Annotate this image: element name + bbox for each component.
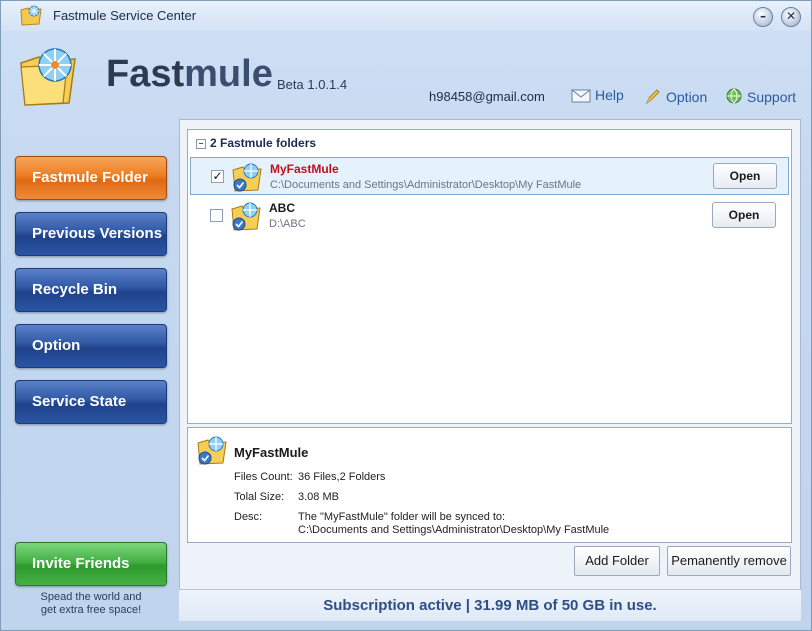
close-button[interactable]: ✕ [781,7,801,27]
folder-list-header: −2 Fastmule folders [196,136,316,150]
option-link[interactable]: Option [644,87,707,105]
help-label: Help [595,87,624,103]
support-label: Support [747,89,797,105]
folder-checkbox[interactable]: ✓ [211,170,224,183]
pencil-icon [645,89,660,105]
folder-count-label: 2 Fastmule folders [210,136,317,150]
help-link[interactable]: Help [571,87,624,103]
option-label: Option [666,89,708,105]
folder-list: −2 Fastmule folders ✓ MyFastMule C:\Docu… [187,129,792,424]
invite-note-line2: get extra free space! [40,604,142,616]
brand-part-mule: mule [184,53,273,95]
details-folder-name: MyFastMule [234,445,309,460]
app-window: Fastmule Service Center – ✕ Fastmule Bet… [0,0,812,631]
desc-label: Desc: [234,511,263,523]
folder-path: C:\Documents and Settings\Administrator\… [270,179,582,191]
folder-name: ABC [269,201,295,215]
nav-previous-versions[interactable]: Previous Versions [15,212,167,256]
synced-folder-icon [197,436,227,465]
support-globe-icon [726,88,742,104]
app-folder-icon [20,5,42,26]
synced-folder-icon [231,202,261,231]
folder-name: MyFastMule [270,162,339,176]
invite-note-line1: Spead the world and [40,591,142,603]
subscription-status: Subscription active | 31.99 MB of 50 GB … [179,589,801,621]
permanently-remove-button[interactable]: Pemanently remove [667,546,791,576]
desc-line1: The "MyFastMule" folder will be synced t… [298,511,506,523]
nav-option[interactable]: Option [15,324,167,368]
title-bar: Fastmule Service Center – ✕ [1,1,811,31]
folder-row-myfastmule[interactable]: ✓ MyFastMule C:\Documents and Settings\A… [190,157,789,195]
minimize-button[interactable]: – [753,7,773,27]
nav-fastmule-folder[interactable]: Fastmule Folder [15,156,167,200]
nav-service-state[interactable]: Service State [15,380,167,424]
synced-folder-icon [232,163,262,192]
folder-details: MyFastMule Files Count: 36 Files,2 Folde… [187,427,792,543]
total-size-value: 3.08 MB [298,491,339,503]
nav-recycle-bin[interactable]: Recycle Bin [15,268,167,312]
invite-note: Spead the world and get extra free space… [15,591,167,617]
support-link[interactable]: Support [725,87,796,105]
collapse-toggle[interactable]: − [196,139,206,149]
folder-checkbox[interactable] [210,209,223,222]
envelope-icon [571,89,591,103]
header: Fastmule Beta 1.0.1.4 h98458@gmail.com H… [1,31,811,121]
files-count-label: Files Count: [234,471,293,483]
window-title: Fastmule Service Center [53,8,197,23]
desc-line2: C:\Documents and Settings\Administrator\… [298,524,610,536]
fastmule-logo-icon [20,48,76,106]
user-email: h98458@gmail.com [429,89,545,104]
total-size-label: Tolal Size: [234,491,285,503]
open-folder-button[interactable]: Open [712,202,776,228]
folder-path: D:\ABC [269,218,306,230]
open-folder-button[interactable]: Open [713,163,777,189]
version-label: Beta 1.0.1.4 [277,77,348,92]
invite-friends-button[interactable]: Invite Friends [15,542,167,586]
folder-row-abc[interactable]: ABC D:\ABC Open [190,197,789,235]
brand-wordmark: Fastmule [106,53,273,96]
add-folder-button[interactable]: Add Folder [574,546,660,576]
brand-part-fast: Fast [106,53,185,95]
files-count-value: 36 Files,2 Folders [298,471,386,483]
